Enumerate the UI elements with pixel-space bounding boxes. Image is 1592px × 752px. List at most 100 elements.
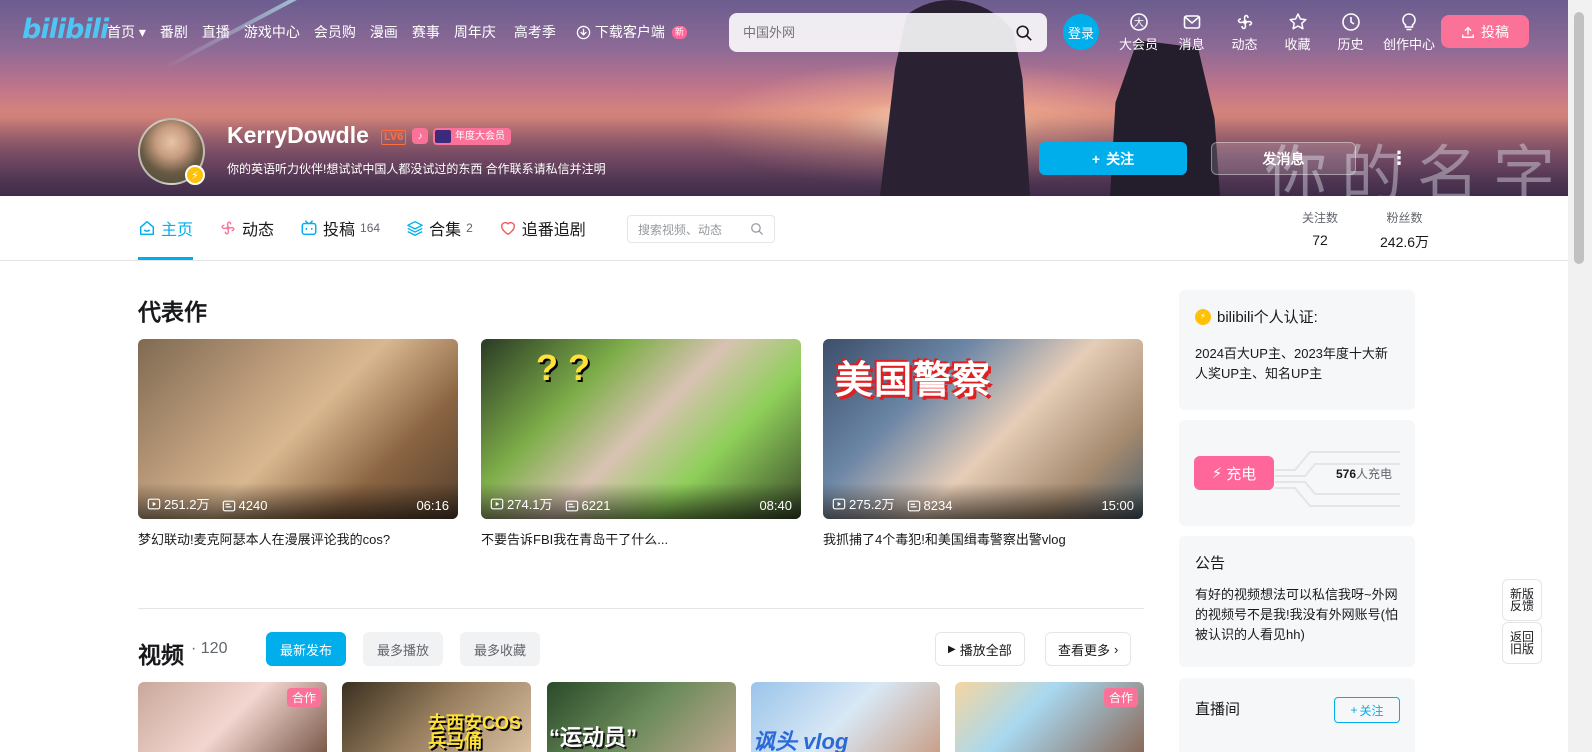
space-search-input[interactable]: 搜索视频、动态 — [627, 215, 775, 243]
tab-dynamics[interactable]: 动态 — [219, 196, 274, 260]
live-follow-button[interactable]: + 关注 — [1334, 697, 1400, 723]
tab-dynamics-label: 动态 — [242, 222, 275, 239]
featured-video-card[interactable]: 美国警察 275.2万 8234 15:00 我抓捕了4个毒犯!和美国缉毒警察出… — [823, 339, 1143, 548]
sort-most-favorited-button[interactable]: 最多收藏 — [460, 632, 541, 666]
fan-icon — [1237, 14, 1252, 30]
tab-uploads[interactable]: 投稿 164 — [300, 196, 380, 260]
nav-link-home[interactable]: 首页 ▾ — [107, 22, 146, 42]
right-nav: 大 大会员 消息 动态 收藏 历史 创作中心 — [1112, 12, 1441, 53]
upload-button[interactable]: 投稿 — [1441, 15, 1529, 48]
video-thumbnail[interactable]: 合作 — [955, 682, 1144, 752]
sort-most-played-button[interactable]: 最多播放 — [363, 632, 444, 666]
message-button[interactable]: 发消息 — [1211, 142, 1356, 175]
tab-uploads-count: 164 — [360, 221, 381, 235]
video-thumbnail[interactable]: “运动员” — [547, 682, 736, 752]
video-title[interactable]: 梦幻联动!麦克阿瑟本人在漫展评论我的cos? — [138, 529, 458, 548]
feedback-float-button[interactable]: 新版反馈 — [1502, 579, 1542, 621]
nav-download-client[interactable]: 下载客户端 新 — [576, 22, 687, 42]
certification-body: 2024百大UP主、2023年度十大新人奖UP主、知名UP主 — [1195, 346, 1388, 381]
page-scrollbar[interactable] — [1568, 0, 1592, 752]
back-to-old-float-button[interactable]: 返回旧版 — [1502, 622, 1542, 664]
live-follow-label: 关注 — [1359, 703, 1384, 718]
question-marks-decoration: ? ? — [536, 347, 590, 388]
sort-latest-button[interactable]: 最新发布 — [266, 632, 347, 666]
level-badge: LV6 — [381, 130, 407, 145]
nav-link-shop[interactable]: 会员购 — [314, 22, 356, 42]
nav-link-live[interactable]: 直播 — [202, 22, 230, 42]
scrollbar-thumb[interactable] — [1574, 12, 1584, 264]
video-thumbnail[interactable]: 讽头 vlog — [751, 682, 940, 752]
collab-tag: 合作 — [1103, 688, 1138, 707]
play-count: 275.2万 — [832, 494, 895, 513]
tab-collections[interactable]: 合集 2 — [406, 196, 473, 260]
video-thumbnail[interactable]: ? ? 274.1万 6221 08:40 — [481, 339, 801, 519]
tv-icon — [301, 220, 317, 236]
download-label: 下载客户端 — [594, 24, 665, 40]
profile-tabs-bar: 主页 动态 投稿 164 合集 2 追番追剧 搜索视频、动态 关注数 72 粉丝… — [0, 196, 1568, 261]
following-count: 72 — [1312, 232, 1328, 248]
search-icon[interactable] — [1015, 24, 1033, 42]
login-button[interactable]: 登录 — [1063, 14, 1099, 50]
charge-count: 576人充电 — [1334, 465, 1395, 482]
nav-link-gaokao[interactable]: 高考季 — [514, 22, 556, 42]
charge-button[interactable]: ⚡ 充电 — [1194, 456, 1274, 490]
featured-section-title: 代表作 — [138, 299, 207, 325]
video-thumbnail[interactable]: 去西安COS兵马俑 — [342, 682, 531, 752]
video-duration: 06:16 — [416, 498, 449, 513]
video-title[interactable]: 不要告诉FBI我在青岛干了什么... — [481, 529, 801, 548]
follow-button[interactable]: + 关注 — [1039, 142, 1187, 175]
tab-bangumi[interactable]: 追番追剧 — [499, 196, 586, 260]
user-signature: 你的英语听力伙伴!想试试中国人都没试过的东西 合作联系请私信并注明 — [227, 162, 606, 176]
following-stat[interactable]: 关注数 72 — [1302, 209, 1338, 252]
nav-link-game[interactable]: 游戏中心 — [244, 22, 300, 42]
nav-vip[interactable]: 大 大会员 — [1112, 12, 1165, 53]
play-icon — [490, 498, 504, 509]
more-menu-icon[interactable]: ⋮ — [1384, 142, 1414, 175]
nav-messages-label: 消息 — [1178, 37, 1205, 52]
nav-messages[interactable]: 消息 — [1165, 12, 1218, 53]
tab-collections-count: 2 — [466, 221, 473, 235]
nav-creator-center[interactable]: 创作中心 — [1377, 12, 1441, 53]
upload-icon — [1462, 26, 1474, 38]
video-thumbnail[interactable]: 251.2万 4240 06:16 — [138, 339, 458, 519]
fans-stat[interactable]: 粉丝数 242.6万 — [1380, 209, 1429, 252]
view-more-button[interactable]: 查看更多 › — [1045, 632, 1132, 666]
search-input[interactable] — [743, 25, 1015, 40]
bilibili-logo[interactable]: bilibili — [22, 14, 109, 45]
follow-label: 关注 — [1106, 150, 1135, 167]
play-icon — [832, 498, 846, 509]
play-all-button[interactable]: ▶ 播放全部 — [935, 632, 1025, 666]
nav-dynamics[interactable]: 动态 — [1218, 12, 1271, 53]
video-duration: 15:00 — [1101, 498, 1134, 513]
notice-title: 公告 — [1195, 555, 1226, 572]
section-divider — [138, 608, 1144, 609]
featured-video-card[interactable]: ? ? 274.1万 6221 08:40 不要告诉FBI我在青岛干了什么... — [481, 339, 801, 548]
user-stats: 关注数 72 粉丝数 242.6万 — [1302, 209, 1429, 252]
notice-body: 有好的视频想法可以私信我呀~外网的视频号不是我!我没有外网账号(怕被认识的人看见… — [1195, 587, 1398, 642]
search-icon[interactable] — [750, 222, 764, 236]
video-thumbnail[interactable]: 合作 — [138, 682, 327, 752]
nav-links: 首页 ▾ 番剧 直播 游戏中心 会员购 漫画 赛事 周年庆 高考季 下载客户端 … — [107, 22, 701, 42]
video-thumbnail[interactable]: 美国警察 275.2万 8234 15:00 — [823, 339, 1143, 519]
thumbnail-overlay-text: 去西安COS兵马俑 — [428, 713, 522, 751]
nav-link-manga[interactable]: 漫画 — [370, 22, 398, 42]
play-triangle-icon: ▶ — [948, 643, 956, 655]
view-more-label: 查看更多 — [1058, 642, 1111, 658]
nav-link-anime[interactable]: 番剧 — [160, 22, 188, 42]
tab-home[interactable]: 主页 — [138, 196, 194, 260]
star-icon — [1288, 13, 1307, 30]
video-title[interactable]: 我抓捕了4个毒犯!和美国缉毒警察出警vlog — [823, 529, 1143, 548]
fans-label: 粉丝数 — [1386, 211, 1423, 225]
charge-count-value: 576 — [1336, 467, 1357, 481]
heart-icon — [500, 221, 515, 236]
nav-link-anniversary[interactable]: 周年庆 — [454, 22, 496, 42]
vip-badge: 年度大会员 — [433, 128, 511, 145]
tab-home-label: 主页 — [161, 222, 194, 239]
nav-creator-label: 创作中心 — [1382, 37, 1435, 52]
nav-link-esports[interactable]: 赛事 — [412, 22, 440, 42]
nav-history[interactable]: 历史 — [1324, 12, 1377, 53]
new-badge: 新 — [671, 25, 687, 39]
featured-video-card[interactable]: 251.2万 4240 06:16 梦幻联动!麦克阿瑟本人在漫展评论我的cos? — [138, 339, 458, 548]
avatar[interactable]: ⚡ — [138, 118, 205, 185]
nav-favorites[interactable]: 收藏 — [1271, 12, 1324, 53]
